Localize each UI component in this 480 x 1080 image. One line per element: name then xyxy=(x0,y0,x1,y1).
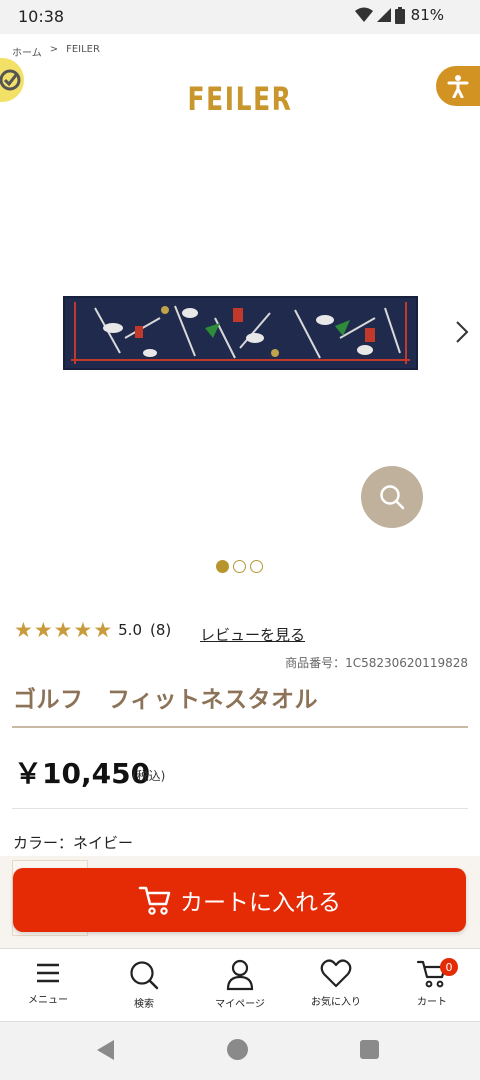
add-to-cart-label: カートに入れる xyxy=(180,890,341,916)
nav-favorites[interactable]: お気に入り xyxy=(288,949,384,1021)
brand-logo[interactable]: FEILER xyxy=(53,80,427,118)
nav-mypage-label: マイページ xyxy=(215,999,265,1010)
nav-search[interactable]: 検索 xyxy=(96,949,192,1021)
status-time: 10:38 xyxy=(18,7,65,26)
nav-mypage[interactable]: マイページ xyxy=(192,949,288,1021)
golf-towel-image xyxy=(65,298,416,368)
search-icon xyxy=(380,485,405,510)
nav-search-label: 検索 xyxy=(134,999,154,1010)
signal-icon xyxy=(376,8,391,22)
nav-menu-label: メニュー xyxy=(28,995,68,1006)
menu-icon xyxy=(37,963,59,983)
add-to-cart-button[interactable]: カートに入れる xyxy=(13,868,466,932)
accessibility-icon xyxy=(447,75,469,98)
user-icon xyxy=(226,959,254,991)
heart-icon xyxy=(320,959,352,988)
breadcrumb: ホーム > FEILER xyxy=(12,44,100,59)
status-icons: 81% xyxy=(354,6,444,24)
rating-row: ★ ★ ★ ★ ★ 5.0 (8) xyxy=(14,618,172,642)
cart-icon xyxy=(138,886,171,915)
nav-cart[interactable]: 0 カート xyxy=(384,949,480,1021)
color-label: カラー：ネイビー xyxy=(13,834,134,852)
search-icon xyxy=(130,961,159,990)
carousel-dot[interactable] xyxy=(233,560,246,573)
star-icon: ★ xyxy=(33,618,53,642)
star-icon: ★ xyxy=(14,618,33,642)
rating-count: (8) xyxy=(150,621,172,639)
carousel-dots xyxy=(216,560,263,573)
chevron-right-icon[interactable] xyxy=(452,318,472,346)
product-code: 商品番号：1C58230620119828 xyxy=(285,656,468,670)
rating-score: 5.0 xyxy=(118,621,142,639)
accessibility-button[interactable] xyxy=(436,66,480,106)
product-image[interactable] xyxy=(63,296,418,370)
breadcrumb-home[interactable]: ホーム xyxy=(12,44,42,59)
review-link[interactable]: レビューを見る xyxy=(200,624,305,645)
zoom-button[interactable] xyxy=(361,466,423,528)
recent-apps-icon[interactable] xyxy=(360,1040,379,1059)
nav-cart-label: カート xyxy=(417,997,447,1008)
star-icon: ★ xyxy=(93,618,113,642)
tax-note: (税込) xyxy=(132,769,166,783)
breadcrumb-brand[interactable]: FEILER xyxy=(66,44,100,59)
product-title: ゴルフ フィットネスタオル xyxy=(13,687,319,713)
battery-icon xyxy=(394,6,405,24)
check-badge-icon xyxy=(0,69,21,91)
status-bar: 10:38 81% xyxy=(0,0,480,34)
cart-count-badge: 0 xyxy=(440,958,458,976)
back-icon[interactable] xyxy=(96,1039,116,1061)
carousel-dot[interactable] xyxy=(250,560,263,573)
floating-badge-button[interactable] xyxy=(0,58,24,102)
star-icon: ★ xyxy=(53,618,73,642)
battery-level: 81% xyxy=(410,6,444,24)
divider xyxy=(12,808,468,809)
rating-stars: ★ ★ ★ ★ ★ xyxy=(14,618,113,642)
wifi-icon xyxy=(354,7,373,22)
star-icon: ★ xyxy=(73,618,93,642)
carousel-dot[interactable] xyxy=(216,560,229,573)
nav-favorites-label: お気に入り xyxy=(311,997,361,1008)
nav-menu[interactable]: メニュー xyxy=(0,949,96,1021)
product-price: ￥10,450 xyxy=(14,757,151,790)
breadcrumb-separator: > xyxy=(49,44,59,55)
divider xyxy=(12,726,468,728)
home-icon[interactable] xyxy=(227,1039,248,1060)
bottom-nav: メニュー 検索 マイページ お気に入り 0 カート xyxy=(0,948,480,1022)
